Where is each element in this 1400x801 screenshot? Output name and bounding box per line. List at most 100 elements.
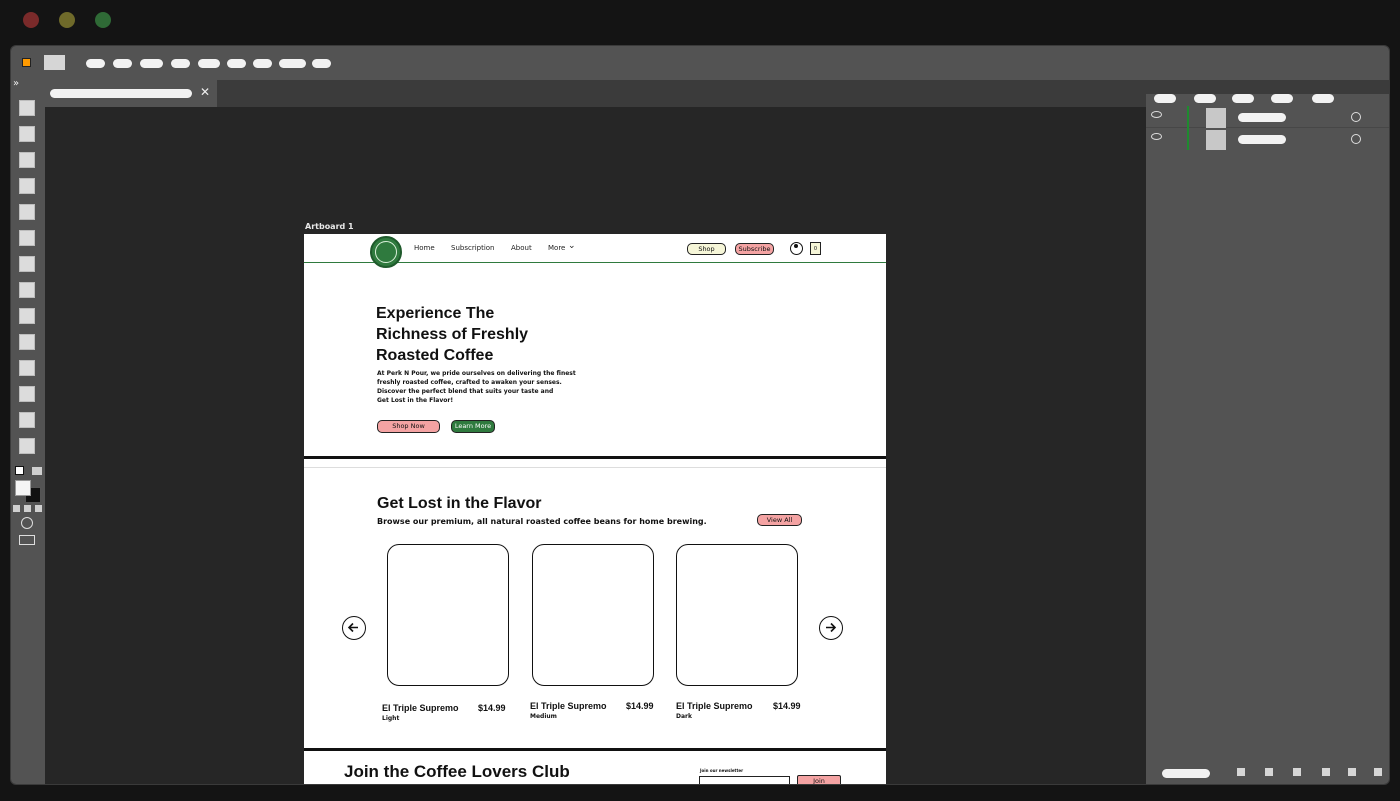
color-mode-icon[interactable] bbox=[13, 505, 20, 512]
arrow-left-icon bbox=[347, 622, 358, 633]
newsletter-email-field[interactable] bbox=[699, 776, 790, 784]
nav-more[interactable]: More bbox=[548, 244, 565, 252]
cart-icon[interactable]: 0 bbox=[810, 242, 821, 255]
panel-tab-2[interactable] bbox=[1194, 94, 1216, 103]
product-name[interactable]: El Triple Supremo bbox=[676, 701, 753, 711]
panel-action-icon[interactable] bbox=[1237, 768, 1245, 776]
swap-colors-icon[interactable] bbox=[32, 467, 42, 475]
rectangle-tool[interactable] bbox=[19, 230, 35, 246]
eye-icon[interactable] bbox=[1151, 111, 1162, 118]
panel-tab-4[interactable] bbox=[1271, 94, 1293, 103]
carousel-prev-button[interactable] bbox=[342, 616, 366, 640]
hand-tool[interactable] bbox=[19, 438, 35, 454]
brush-tool[interactable] bbox=[19, 256, 35, 272]
panel-action-icon[interactable] bbox=[1348, 768, 1356, 776]
menu-item-9[interactable] bbox=[312, 59, 331, 68]
product-name[interactable]: El Triple Supremo bbox=[530, 701, 607, 711]
menu-bar bbox=[11, 46, 1389, 80]
document-tab[interactable]: ✕ bbox=[45, 80, 217, 107]
tools-panel: » bbox=[11, 78, 45, 784]
learn-more-button[interactable]: Learn More bbox=[451, 420, 495, 433]
menu-item-4[interactable] bbox=[171, 59, 190, 68]
logo-ring bbox=[375, 241, 397, 263]
menu-item-8[interactable] bbox=[279, 59, 306, 68]
product-card-image[interactable] bbox=[676, 544, 798, 686]
minimize-window-button[interactable] bbox=[59, 12, 75, 28]
menu-item-1[interactable] bbox=[86, 59, 105, 68]
panel-tab-3[interactable] bbox=[1232, 94, 1254, 103]
direct-selection-tool[interactable] bbox=[19, 126, 35, 142]
product-card-image[interactable] bbox=[532, 544, 654, 686]
menu-item-5[interactable] bbox=[198, 59, 220, 68]
panel-action-icon[interactable] bbox=[1293, 768, 1301, 776]
product-price: $14.99 bbox=[626, 701, 654, 711]
layer-target-icon[interactable] bbox=[1351, 112, 1361, 122]
default-colors-icon[interactable] bbox=[15, 466, 24, 475]
account-icon[interactable] bbox=[790, 242, 803, 255]
app-window: ✕ » Artboard 1 Home Subscription About M… bbox=[10, 45, 1390, 785]
none-mode-icon[interactable] bbox=[35, 505, 42, 512]
workspace-switcher-button[interactable] bbox=[44, 55, 65, 70]
newsletter-label: Join our newsletter bbox=[700, 768, 744, 773]
hero-body-line-1: At Perk N Pour, we pride ourselves on de… bbox=[377, 370, 576, 377]
panel-action-icon[interactable] bbox=[1322, 768, 1330, 776]
hero-title-line-3: Roasted Coffee bbox=[376, 347, 494, 364]
collapse-panel-icon[interactable]: » bbox=[13, 78, 19, 89]
fill-color-swatch[interactable] bbox=[15, 480, 31, 496]
close-tab-icon[interactable]: ✕ bbox=[200, 85, 210, 99]
panel-action-icon[interactable] bbox=[1265, 768, 1273, 776]
eraser-tool[interactable] bbox=[19, 282, 35, 298]
cart-count: 0 bbox=[813, 246, 818, 252]
shape-builder-tool[interactable] bbox=[19, 386, 35, 402]
type-tool[interactable] bbox=[19, 178, 35, 194]
nav-about[interactable]: About bbox=[511, 244, 532, 252]
layer-name[interactable] bbox=[1238, 135, 1286, 144]
product-card-image[interactable] bbox=[387, 544, 509, 686]
layers-panel bbox=[1146, 94, 1389, 784]
carousel-next-button[interactable] bbox=[819, 616, 843, 640]
layer-name[interactable] bbox=[1238, 113, 1286, 122]
product-price: $14.99 bbox=[478, 703, 506, 713]
close-window-button[interactable] bbox=[23, 12, 39, 28]
section-divider bbox=[304, 456, 886, 459]
selection-tool[interactable] bbox=[19, 100, 35, 116]
nav-shop-button[interactable]: Shop bbox=[687, 243, 726, 255]
artboard-label[interactable]: Artboard 1 bbox=[305, 222, 354, 231]
scale-tool[interactable] bbox=[19, 334, 35, 350]
section-divider-light bbox=[304, 467, 886, 468]
join-button[interactable]: Join bbox=[797, 775, 841, 784]
club-title: Join the Coffee Lovers Club bbox=[344, 762, 570, 781]
products-subtitle: Browse our premium, all natural roasted … bbox=[377, 517, 707, 526]
artboard[interactable]: Home Subscription About More ⌄ Shop Subs… bbox=[304, 234, 886, 784]
screen-mode-icon[interactable] bbox=[19, 535, 35, 545]
layer-color-bar bbox=[1187, 128, 1189, 150]
zoom-window-button[interactable] bbox=[95, 12, 111, 28]
delete-layer-icon[interactable] bbox=[1374, 768, 1382, 776]
nav-subscribe-button[interactable]: Subscribe bbox=[735, 243, 774, 255]
menu-item-3[interactable] bbox=[140, 59, 163, 68]
shop-now-button[interactable]: Shop Now bbox=[377, 420, 440, 433]
view-all-button[interactable]: View All bbox=[757, 514, 802, 526]
product-name[interactable]: El Triple Supremo bbox=[382, 703, 459, 713]
chevron-down-icon[interactable]: ⌄ bbox=[568, 241, 576, 251]
menu-item-2[interactable] bbox=[113, 59, 132, 68]
layer-row[interactable] bbox=[1146, 128, 1389, 150]
width-tool[interactable] bbox=[19, 360, 35, 376]
pen-tool[interactable] bbox=[19, 152, 35, 168]
nav-subscription[interactable]: Subscription bbox=[451, 244, 495, 252]
line-tool[interactable] bbox=[19, 204, 35, 220]
nav-home[interactable]: Home bbox=[414, 244, 435, 252]
layer-color-bar bbox=[1187, 106, 1189, 128]
panel-tab-5[interactable] bbox=[1312, 94, 1334, 103]
menu-item-7[interactable] bbox=[253, 59, 272, 68]
eye-icon[interactable] bbox=[1151, 133, 1162, 140]
layer-row[interactable] bbox=[1146, 106, 1389, 128]
drawing-mode-icon[interactable] bbox=[21, 517, 33, 529]
menu-item-6[interactable] bbox=[227, 59, 246, 68]
panel-tab-1[interactable] bbox=[1154, 94, 1176, 103]
hero-body-line-4: Get Lost in the Flavor! bbox=[377, 397, 454, 404]
gradient-mode-icon[interactable] bbox=[24, 505, 31, 512]
rotate-tool[interactable] bbox=[19, 308, 35, 324]
layer-target-icon[interactable] bbox=[1351, 134, 1361, 144]
eyedropper-tool[interactable] bbox=[19, 412, 35, 428]
